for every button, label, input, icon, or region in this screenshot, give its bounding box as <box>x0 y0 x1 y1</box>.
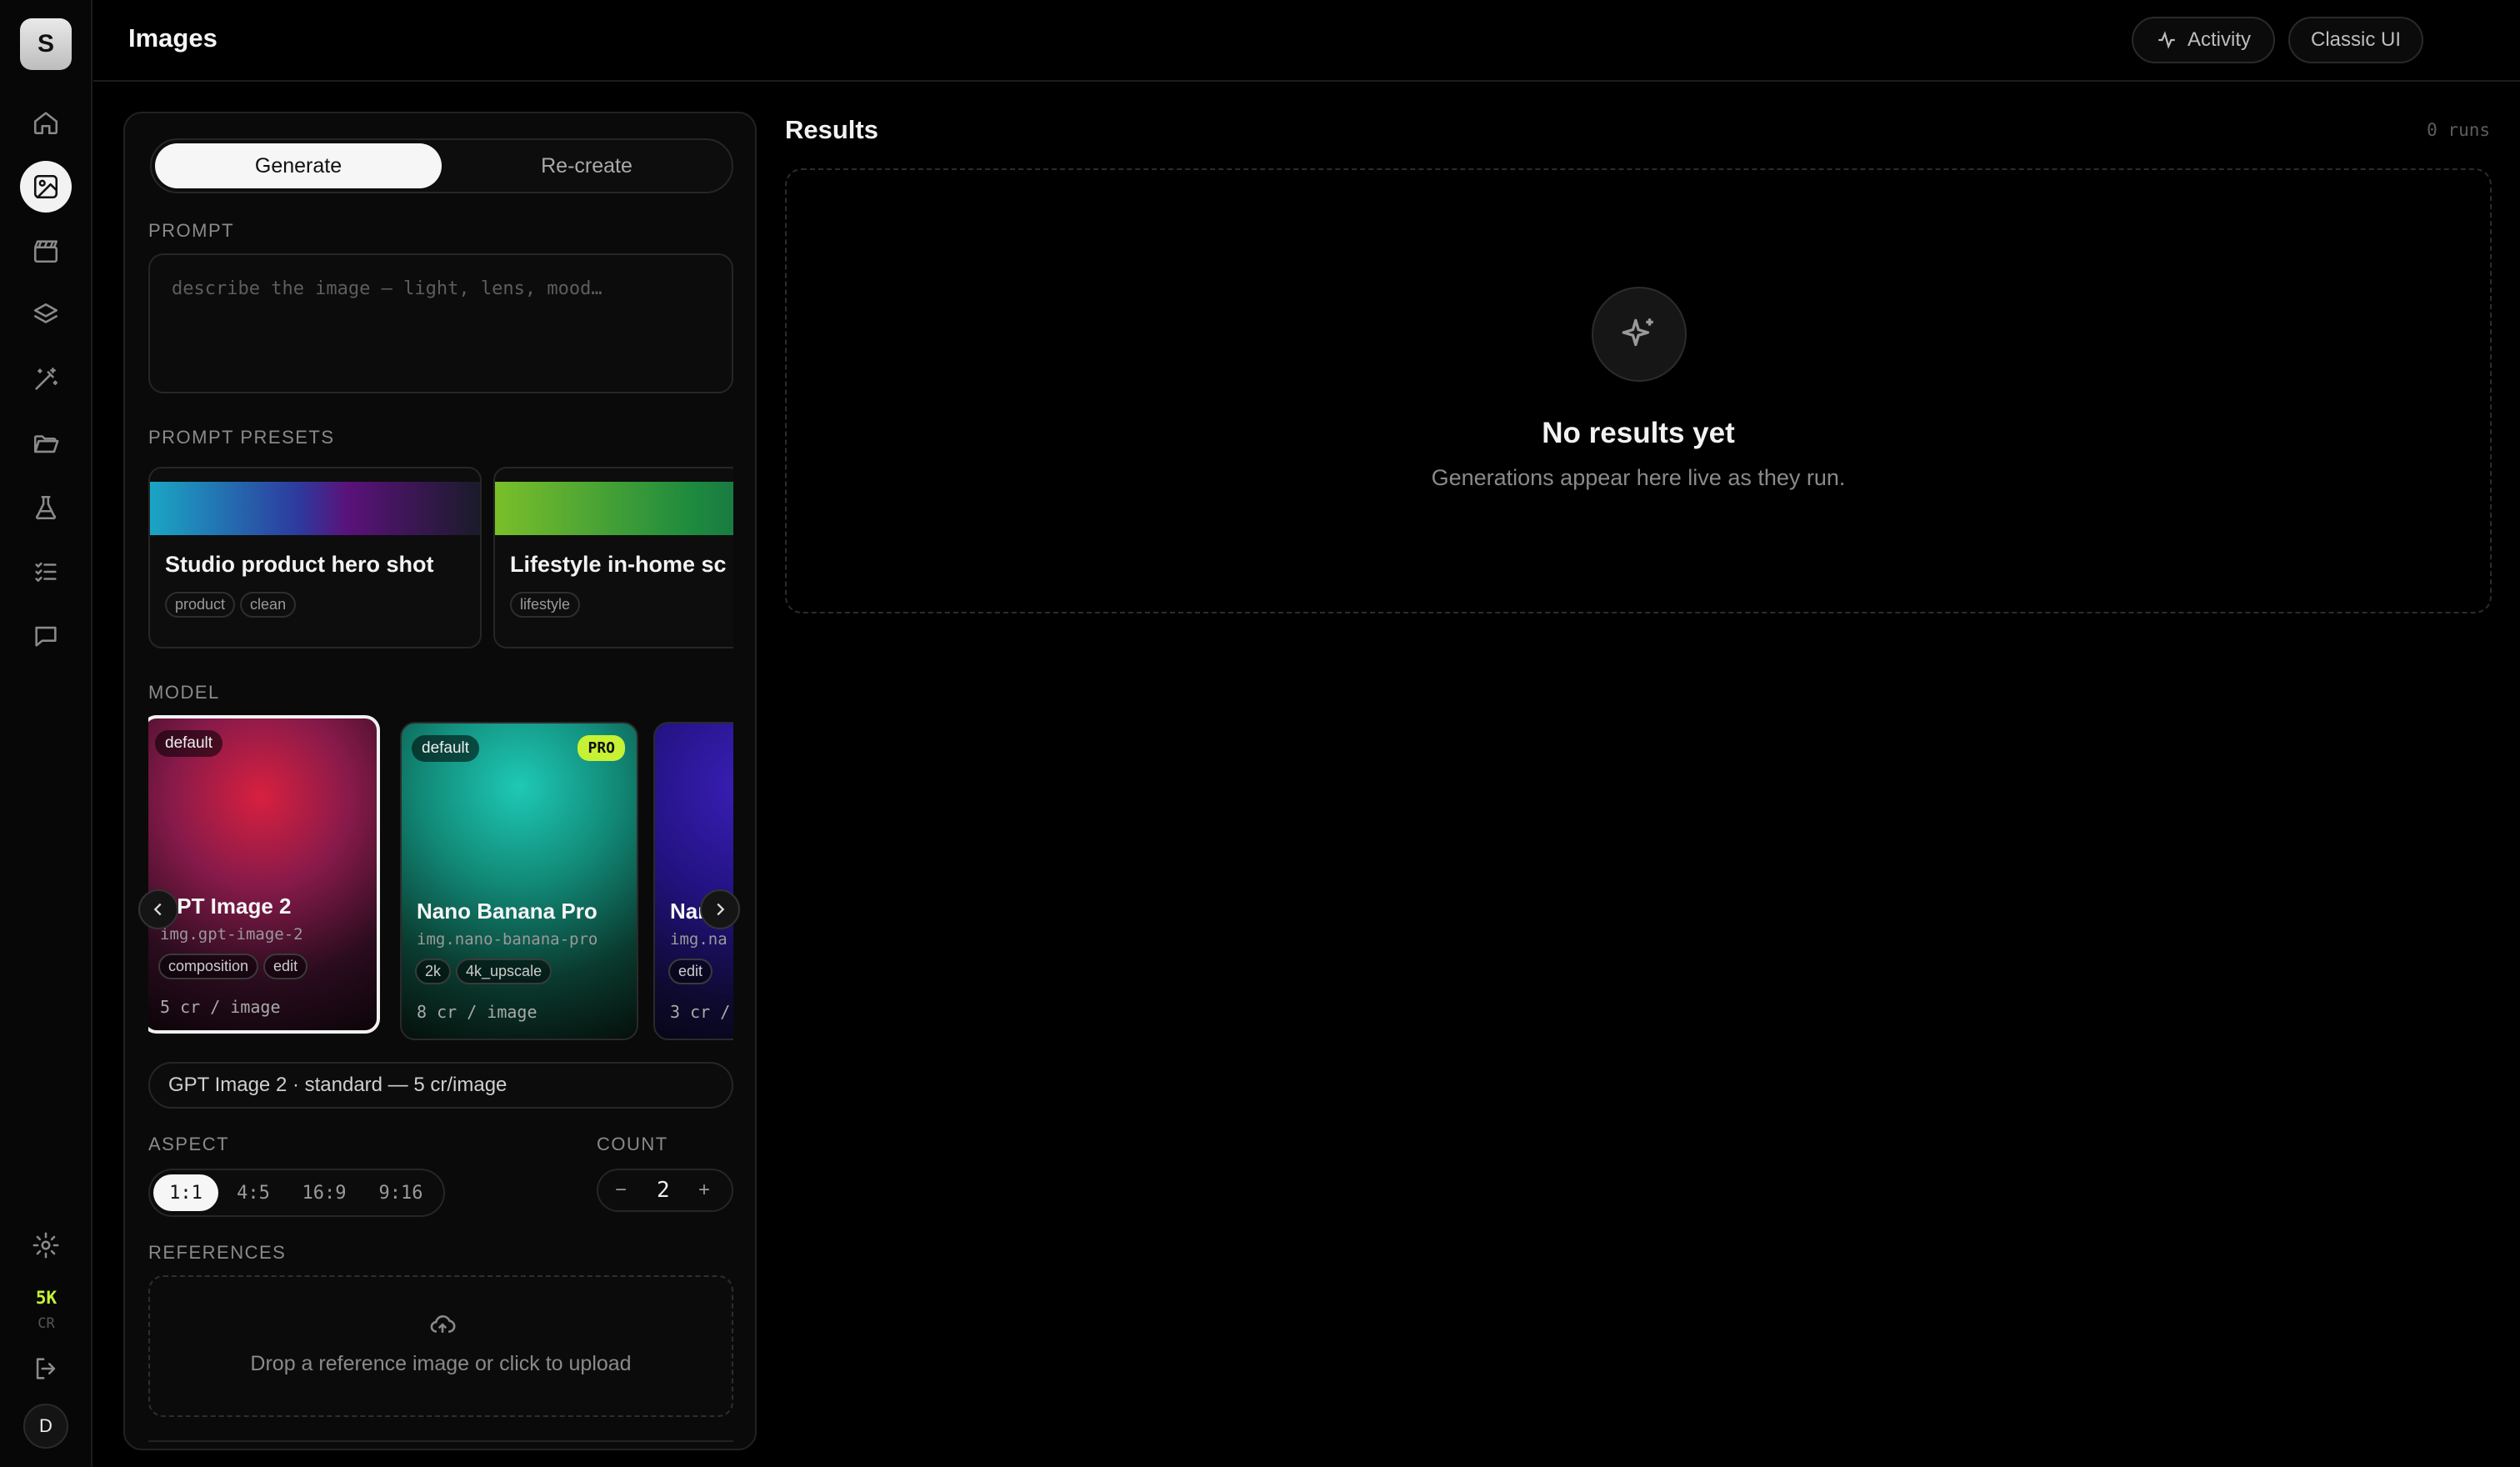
aspect-label: ASPECT <box>148 1134 230 1154</box>
dropzone-text: Drop a reference image or click to uploa… <box>250 1352 632 1375</box>
chevron-left-icon <box>153 903 162 916</box>
model-card-gpt-image-2[interactable]: default GPT Image 2 img.gpt-image-2 comp… <box>148 715 380 1034</box>
reference-dropzone[interactable]: Drop a reference image or click to uploa… <box>148 1275 733 1417</box>
image-icon[interactable] <box>20 161 72 213</box>
empty-title: No results yet <box>1542 417 1735 449</box>
model-price: 5 cr / image <box>160 997 281 1017</box>
classic-ui-button[interactable]: Classic UI <box>2288 17 2423 63</box>
aspect-option-9-16[interactable]: 9:16 <box>365 1174 437 1211</box>
credits-unit: CR <box>38 1315 55 1332</box>
tab-recreate[interactable]: Re-create <box>443 143 730 188</box>
model-price: 8 cr / image <box>417 1002 538 1022</box>
results-title: Results <box>785 115 878 144</box>
top-header: Images Activity Classic UI D <box>93 0 2520 82</box>
model-carousel: default GPT Image 2 img.gpt-image-2 comp… <box>148 715 733 1044</box>
pro-badge: PRO <box>578 735 625 761</box>
mode-toggle: Generate Re-create <box>150 138 733 193</box>
layers-icon[interactable] <box>20 289 72 341</box>
preset-card[interactable]: Lifestyle in-home sc lifestyle <box>493 467 733 648</box>
aspect-option-4-5[interactable]: 4:5 <box>223 1174 283 1211</box>
chat-icon[interactable] <box>20 610 72 662</box>
sidebar-avatar[interactable]: D <box>23 1404 68 1449</box>
count-value: 2 <box>657 1178 670 1203</box>
preset-title: Lifestyle in-home sc <box>510 552 727 577</box>
aspect-selector: 1:1 4:5 16:9 9:16 <box>148 1169 445 1217</box>
references-label: REFERENCES <box>148 1242 287 1263</box>
model-tag: edit <box>668 959 713 984</box>
model-slug: img.na <box>670 930 728 949</box>
preset-tag: product <box>165 592 236 618</box>
model-label: MODEL <box>148 682 220 703</box>
model-name: GPT Image 2 <box>160 894 292 919</box>
activity-button[interactable]: Activity <box>2132 17 2275 63</box>
model-card-nano-banana-pro[interactable]: default PRO Nano Banana Pro img.nano-ban… <box>400 722 638 1040</box>
count-label: COUNT <box>597 1134 668 1154</box>
default-badge: default <box>155 730 223 757</box>
checklist-icon[interactable] <box>20 546 72 598</box>
preset-thumbnail <box>495 482 733 535</box>
count-stepper: − 2 + <box>597 1169 733 1212</box>
model-slug: img.nano-banana-pro <box>417 930 598 949</box>
sidebar: S 5K CR D <box>0 0 92 1467</box>
classic-ui-label: Classic UI <box>2310 28 2401 51</box>
preset-thumbnail <box>150 482 480 535</box>
preset-title: Studio product hero shot <box>165 552 434 577</box>
prompt-textarea[interactable]: describe the image — light, lens, mood… <box>148 253 733 393</box>
chevron-right-icon <box>717 903 725 916</box>
count-increment-button[interactable]: + <box>698 1179 710 1202</box>
empty-subtitle: Generations appear here live as they run… <box>1431 465 1846 490</box>
model-price: 3 cr / <box>670 1002 731 1022</box>
carousel-prev-button[interactable] <box>138 889 178 929</box>
model-tag: 4k_upscale <box>456 959 552 984</box>
folder-icon[interactable] <box>20 418 72 469</box>
carousel-next-button[interactable] <box>700 889 740 929</box>
model-tag: 2k <box>415 959 452 984</box>
cloud-upload-icon <box>430 1315 456 1333</box>
model-card-partial[interactable]: Nan img.na edit 3 cr / <box>653 722 733 1040</box>
aspect-option-16-9[interactable]: 16:9 <box>288 1174 360 1211</box>
model-tag: composition <box>158 954 259 979</box>
page-title: Images <box>128 23 218 53</box>
prompt-label: PROMPT <box>148 220 235 241</box>
activity-label: Activity <box>2187 28 2251 51</box>
sparkle-icon <box>1592 287 1687 382</box>
home-icon[interactable] <box>20 97 72 148</box>
results-empty-state: No results yet Generations appear here l… <box>785 168 2492 613</box>
flask-icon[interactable] <box>20 482 72 533</box>
credits-value: 5K <box>35 1288 58 1308</box>
runs-count: 0 runs <box>2427 120 2490 140</box>
activity-pulse-icon <box>2158 31 2175 49</box>
model-summary-select[interactable]: GPT Image 2 · standard — 5 cr/image <box>148 1062 733 1109</box>
app-logo[interactable]: S <box>20 18 72 70</box>
presets-carousel: Studio product hero shot product clean Li… <box>148 467 733 650</box>
magic-wand-icon[interactable] <box>20 353 72 405</box>
prompt-placeholder: describe the image — light, lens, mood… <box>172 278 602 299</box>
preset-tag: lifestyle <box>510 592 581 618</box>
preset-card[interactable]: Studio product hero shot product clean <box>148 467 482 648</box>
model-slug: img.gpt-image-2 <box>160 925 303 944</box>
model-name: Nano Banana Pro <box>417 899 598 924</box>
generation-panel: Generate Re-create PROMPT describe the i… <box>123 112 757 1450</box>
tab-generate[interactable]: Generate <box>155 143 442 188</box>
count-decrement-button[interactable]: − <box>615 1179 627 1202</box>
preset-tag: clean <box>240 592 297 618</box>
settings-icon[interactable] <box>20 1219 72 1271</box>
clapperboard-icon[interactable] <box>20 225 72 277</box>
presets-label: PROMPT PRESETS <box>148 427 335 448</box>
panel-divider <box>148 1440 733 1442</box>
model-tag: edit <box>263 954 308 979</box>
aspect-option-1-1[interactable]: 1:1 <box>153 1174 218 1211</box>
default-badge: default <box>412 735 480 762</box>
logout-icon[interactable] <box>20 1343 72 1394</box>
